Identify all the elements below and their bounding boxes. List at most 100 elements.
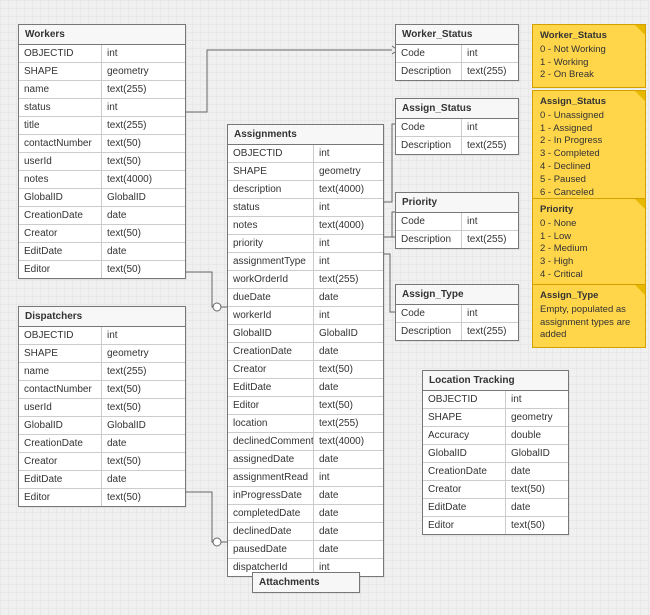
note-line: 0 - Unassigned bbox=[540, 110, 638, 123]
entity-body: CodeintDescriptiontext(255) bbox=[396, 213, 518, 248]
field-name: Code bbox=[396, 45, 462, 62]
field-type: text(50) bbox=[314, 361, 383, 378]
field-name: Creator bbox=[19, 453, 102, 470]
note-line: 3 - Completed bbox=[540, 148, 638, 161]
entity-body: CodeintDescriptiontext(255) bbox=[396, 45, 518, 80]
field-type: geometry bbox=[314, 163, 383, 180]
field-type: text(255) bbox=[462, 63, 518, 80]
field-name: Editor bbox=[19, 489, 102, 506]
note-line: 2 - On Break bbox=[540, 69, 638, 82]
note-line: 5 - Paused bbox=[540, 174, 638, 187]
field-row: GlobalIDGlobalID bbox=[19, 188, 185, 206]
field-name: Code bbox=[396, 305, 462, 322]
field-name: assignmentRead bbox=[228, 469, 314, 486]
field-name: EditDate bbox=[19, 243, 102, 260]
field-row: CreationDatedate bbox=[423, 462, 568, 480]
field-name: Description bbox=[396, 231, 462, 248]
entity-title: Worker_Status bbox=[396, 25, 518, 45]
field-type: text(255) bbox=[462, 137, 518, 154]
note-line: 4 - Declined bbox=[540, 161, 638, 174]
field-type: int bbox=[462, 305, 518, 322]
entity-title: Assign_Type bbox=[396, 285, 518, 305]
field-type: date bbox=[506, 499, 568, 516]
field-type: GlobalID bbox=[102, 189, 185, 206]
field-row: CreationDatedate bbox=[19, 206, 185, 224]
field-name: Accuracy bbox=[423, 427, 506, 444]
field-name: EditDate bbox=[19, 471, 102, 488]
field-name: Description bbox=[396, 63, 462, 80]
field-name: dueDate bbox=[228, 289, 314, 306]
field-type: date bbox=[314, 487, 383, 504]
entity-attachments: Attachments bbox=[252, 572, 360, 593]
field-row: SHAPEgeometry bbox=[19, 344, 185, 362]
note-assign-status: Assign_Status 0 - Unassigned1 - Assigned… bbox=[532, 90, 646, 206]
field-type: date bbox=[314, 289, 383, 306]
entity-body: OBJECTIDintSHAPEgeometryAccuracydoubleGl… bbox=[423, 391, 568, 534]
field-type: date bbox=[314, 343, 383, 360]
field-row: Creatortext(50) bbox=[19, 224, 185, 242]
field-type: date bbox=[314, 523, 383, 540]
field-row: workerIdint bbox=[228, 306, 383, 324]
entity-dispatchers: Dispatchers OBJECTIDintSHAPEgeometryname… bbox=[18, 306, 186, 507]
field-row: EditDatedate bbox=[423, 498, 568, 516]
field-type: date bbox=[102, 435, 185, 452]
note-line: 0 - Not Working bbox=[540, 44, 638, 57]
entity-worker-status: Worker_Status CodeintDescriptiontext(255… bbox=[395, 24, 519, 81]
field-row: statusint bbox=[228, 198, 383, 216]
field-row: EditDatedate bbox=[19, 242, 185, 260]
field-row: Descriptiontext(255) bbox=[396, 230, 518, 248]
field-type: text(4000) bbox=[314, 181, 383, 198]
field-name: priority bbox=[228, 235, 314, 252]
field-type: date bbox=[314, 379, 383, 396]
field-row: Descriptiontext(255) bbox=[396, 136, 518, 154]
field-row: titletext(255) bbox=[19, 116, 185, 134]
field-row: Editortext(50) bbox=[228, 396, 383, 414]
field-row: OBJECTIDint bbox=[19, 327, 185, 344]
note-title: Worker_Status bbox=[540, 30, 638, 43]
field-row: CreationDatedate bbox=[19, 434, 185, 452]
field-type: text(50) bbox=[102, 489, 185, 506]
field-type: int bbox=[462, 213, 518, 230]
note-title: Priority bbox=[540, 204, 638, 217]
note-worker-status: Worker_Status 0 - Not Working1 - Working… bbox=[532, 24, 646, 88]
field-type: GlobalID bbox=[102, 417, 185, 434]
field-type: geometry bbox=[102, 63, 185, 80]
field-name: Creator bbox=[228, 361, 314, 378]
erd-canvas: Workers OBJECTIDintSHAPEgeometrynametext… bbox=[12, 12, 638, 603]
entity-assign-status: Assign_Status CodeintDescriptiontext(255… bbox=[395, 98, 519, 155]
note-line: assignment types are added bbox=[540, 317, 638, 343]
field-name: GlobalID bbox=[228, 325, 314, 342]
field-name: OBJECTID bbox=[19, 327, 102, 344]
field-type: double bbox=[506, 427, 568, 444]
field-name: Editor bbox=[228, 397, 314, 414]
field-type: int bbox=[314, 307, 383, 324]
field-row: SHAPEgeometry bbox=[19, 62, 185, 80]
entity-body: OBJECTIDintSHAPEgeometrynametext(255)sta… bbox=[19, 45, 185, 278]
field-row: descriptiontext(4000) bbox=[228, 180, 383, 198]
field-row: SHAPEgeometry bbox=[423, 408, 568, 426]
field-type: text(50) bbox=[102, 453, 185, 470]
field-type: text(255) bbox=[314, 271, 383, 288]
field-type: text(255) bbox=[462, 323, 518, 340]
field-type: int bbox=[102, 99, 185, 116]
field-type: text(50) bbox=[102, 225, 185, 242]
field-type: date bbox=[314, 505, 383, 522]
field-row: notestext(4000) bbox=[228, 216, 383, 234]
field-row: workOrderIdtext(255) bbox=[228, 270, 383, 288]
field-type: text(4000) bbox=[314, 217, 383, 234]
field-name: userId bbox=[19, 153, 102, 170]
field-row: userIdtext(50) bbox=[19, 398, 185, 416]
field-row: GlobalIDGlobalID bbox=[423, 444, 568, 462]
entity-location-tracking: Location Tracking OBJECTIDintSHAPEgeomet… bbox=[422, 370, 569, 535]
field-type: text(50) bbox=[102, 381, 185, 398]
field-type: date bbox=[506, 463, 568, 480]
note-line: 1 - Assigned bbox=[540, 123, 638, 136]
field-name: contactNumber bbox=[19, 381, 102, 398]
field-name: GlobalID bbox=[19, 189, 102, 206]
entity-title: Attachments bbox=[253, 573, 359, 592]
field-name: description bbox=[228, 181, 314, 198]
field-type: GlobalID bbox=[506, 445, 568, 462]
field-type: date bbox=[102, 243, 185, 260]
field-type: date bbox=[102, 207, 185, 224]
field-type: text(255) bbox=[462, 231, 518, 248]
